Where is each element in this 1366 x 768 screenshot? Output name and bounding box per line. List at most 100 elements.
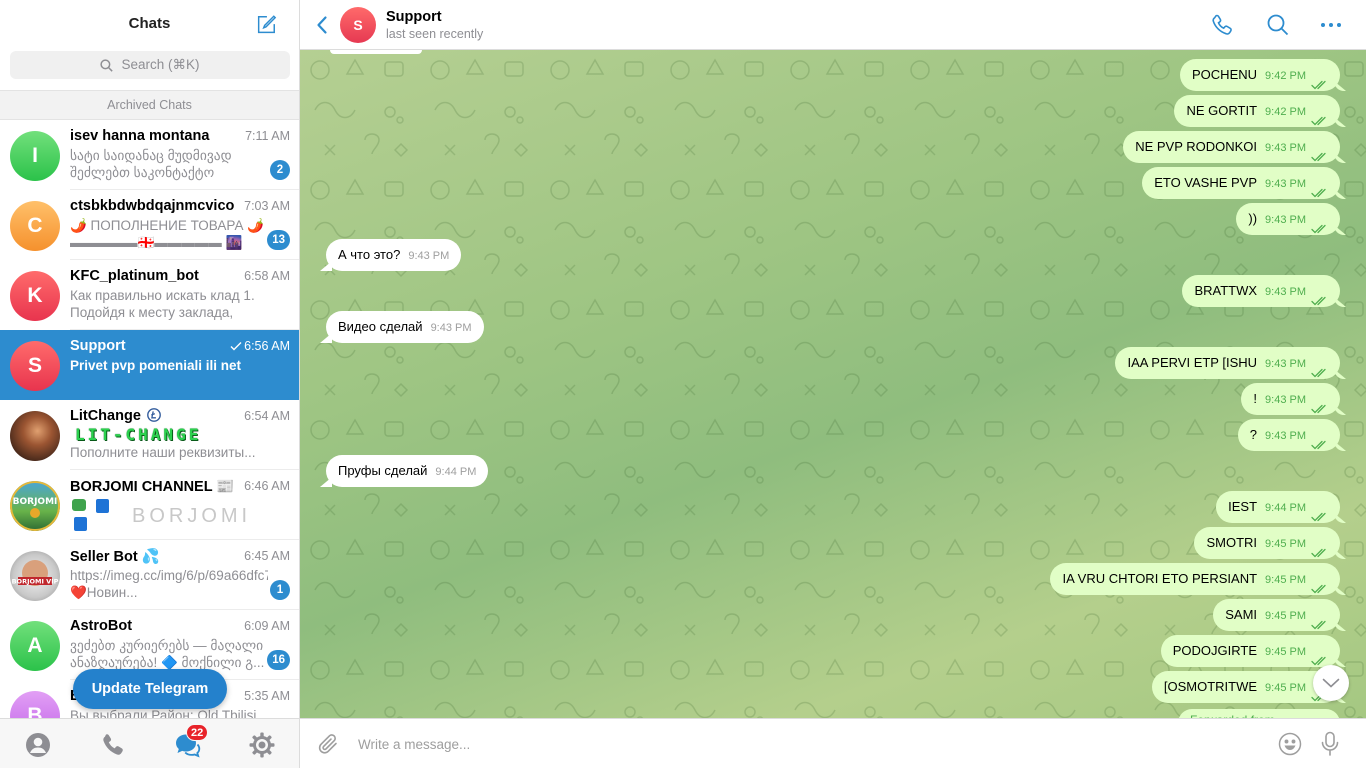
outgoing-message[interactable]: )) 9:43 PM: [1236, 203, 1340, 235]
chat-name: LitChange: [70, 408, 235, 424]
message-text: А что это?: [338, 247, 401, 262]
chat-name: Seller Bot 💦: [70, 549, 160, 565]
message-text: IAA PERVI ETP [ISHU: [1127, 355, 1258, 370]
chat-item[interactable]: C ctsbkbdwbdqajnmcvico 7:03 AM 🌶️ ПОПОЛН…: [0, 190, 299, 260]
message-text: SAMI: [1225, 607, 1258, 622]
outgoing-message[interactable]: NE PVP RODONKOI 9:43 PM: [1123, 131, 1340, 163]
outgoing-message[interactable]: SMOTRI 9:45 PM: [1194, 527, 1340, 559]
chat-time: 6:56 AM: [230, 339, 290, 353]
archived-chats[interactable]: Archived Chats: [0, 90, 299, 120]
chevron-down-icon: [1322, 678, 1340, 688]
outgoing-message[interactable]: SAMI 9:45 PM: [1213, 599, 1340, 631]
message-time: 9:43 PM: [1265, 214, 1306, 226]
chat-name: KFC_platinum_bot: [70, 268, 199, 284]
settings-gear-icon[interactable]: [248, 731, 276, 759]
partial-message-bubble: [330, 50, 422, 54]
search-icon[interactable]: [1266, 13, 1290, 37]
forwarded-message-header[interactable]: Forwarded from: [1178, 709, 1340, 718]
outgoing-message[interactable]: ! 9:43 PM: [1241, 383, 1340, 415]
emoji-icon[interactable]: [1278, 732, 1302, 756]
avatar: I: [10, 131, 60, 181]
conversation-title[interactable]: Support: [386, 9, 442, 25]
message-time: 9:43 PM: [1265, 178, 1306, 190]
call-icon[interactable]: [1210, 13, 1234, 37]
chat-item[interactable]: K KFC_platinum_bot 6:58 AM Как правильно…: [0, 260, 299, 330]
read-double-check-icon: [1311, 286, 1329, 318]
chat-preview: Пополните наши реквизиты...: [70, 445, 256, 460]
message-time: 9:42 PM: [1265, 106, 1306, 118]
message-text: !: [1253, 391, 1258, 406]
message-text: Видео сделай: [338, 319, 423, 334]
outgoing-message[interactable]: IEST 9:44 PM: [1216, 491, 1340, 523]
chat-name: AstroBot: [70, 618, 133, 634]
outgoing-message[interactable]: BRATTWX 9:43 PM: [1182, 275, 1340, 307]
outgoing-message[interactable]: [OSMOTRITWE 9:45 PM: [1151, 671, 1340, 703]
chat-time: 6:46 AM: [244, 479, 290, 493]
message-text: [OSMOTRITWE: [1163, 679, 1258, 694]
conversation-pane: S Support last seen recently POCHENU 9:4…: [300, 0, 1366, 768]
incoming-message[interactable]: А что это? 9:43 PM: [326, 239, 462, 271]
frog-icon: [72, 499, 86, 511]
sidebar-header: Chats: [0, 0, 299, 48]
outgoing-message[interactable]: POCHENU 9:42 PM: [1180, 59, 1340, 91]
read-double-check-icon: [1311, 214, 1329, 246]
compose-icon[interactable]: [255, 14, 277, 36]
chat-item[interactable]: I isev hanna montana 7:11 AM სატი საიდან…: [0, 120, 299, 190]
chat-preview-logo: BORJOMI: [132, 508, 252, 525]
update-telegram-button[interactable]: Update Telegram: [73, 669, 227, 709]
chat-item[interactable]: LitChange 6:54 AM LIT-CHANGE Пополните н…: [0, 400, 299, 470]
message-time: 9:43 PM: [1265, 430, 1306, 442]
outgoing-message[interactable]: NE GORTIT 9:42 PM: [1174, 95, 1340, 127]
message-text: Пруфы сделай: [338, 463, 428, 478]
avatar: K: [10, 271, 60, 321]
sticker-icons: [72, 499, 112, 533]
avatar-initial: K: [27, 284, 43, 307]
chat-name-text: LitChange: [70, 408, 141, 424]
message-area[interactable]: POCHENU 9:42 PM NE GORTIT 9:42 PM NE PVP ROD…: [300, 50, 1366, 718]
calls-icon[interactable]: [99, 731, 127, 759]
message-time: 9:44 PM: [1265, 502, 1306, 514]
message-time: 9:43 PM: [1265, 358, 1306, 370]
chat-time: 7:03 AM: [244, 199, 290, 213]
chat-preview: ვეძებთ კურიერებს — მაღალი ანაზღაურება! 🔷…: [70, 638, 265, 670]
message-time: 9:44 PM: [435, 466, 477, 478]
chat-item-support[interactable]: S Support 6:56 AM Privet pvp pomeniali i…: [0, 330, 299, 400]
incoming-message[interactable]: Пруфы сделай 9:44 PM: [326, 455, 489, 487]
search-input[interactable]: Search (⌘K): [10, 51, 290, 79]
message-text: BRATTWX: [1194, 283, 1258, 298]
microphone-icon[interactable]: [1320, 731, 1340, 757]
avatar[interactable]: S: [340, 7, 376, 43]
contacts-icon[interactable]: [24, 731, 52, 759]
outgoing-message[interactable]: ETO VASHE PVP 9:43 PM: [1142, 167, 1340, 199]
message-input[interactable]: [358, 729, 1258, 759]
incoming-message[interactable]: Видео сделай 9:43 PM: [326, 311, 484, 343]
chat-item[interactable]: BORJOMI VIP Seller Bot 💦 6:45 AM https:/…: [0, 540, 299, 610]
avatar: A: [10, 621, 60, 671]
unread-badge: 13: [267, 230, 290, 250]
message-text: NE GORTIT: [1186, 103, 1258, 118]
chat-preview: 🌶️ ПОПОЛНЕНИЕ ТОВАРА 🌶️ ▬▬▬▬▬🇬🇪▬▬▬▬▬ 🌆 г…: [70, 218, 265, 250]
message-text: ?: [1249, 427, 1258, 442]
blue-block-icon: [74, 517, 87, 531]
scroll-down-button[interactable]: [1313, 665, 1349, 701]
avatar-initial: A: [27, 634, 43, 657]
outgoing-message[interactable]: ? 9:43 PM: [1237, 419, 1340, 451]
paperclip-icon[interactable]: [318, 732, 340, 756]
chat-name: ctsbkbdwbdqajnmcvico: [70, 198, 235, 214]
chat-time: 6:45 AM: [244, 549, 290, 563]
chat-item[interactable]: BORJOMI BORJOMI CHANNEL 📰 6:46 AM BORJOM…: [0, 470, 299, 540]
bottom-tab-bar: 22: [0, 718, 299, 768]
message-text: IEST: [1228, 499, 1258, 514]
svg-text:BORJOMI: BORJOMI: [13, 497, 58, 507]
message-time: 9:45 PM: [1265, 538, 1306, 550]
outgoing-message[interactable]: IA VRU CHTORI ETO PERSIANT 9:45 PM: [1050, 563, 1340, 595]
message-text: NE PVP RODONKOI: [1135, 139, 1258, 154]
avatar-initial: S: [27, 354, 42, 377]
message-time: 9:45 PM: [1265, 682, 1306, 694]
outgoing-message[interactable]: IAA PERVI ETP [ISHU 9:43 PM: [1115, 347, 1340, 379]
chat-preview: სატი საიდანაც მუდმივად შეძლებთ საკონტაქტ…: [70, 148, 232, 180]
outgoing-message[interactable]: PODOJGIRTE 9:45 PM: [1160, 635, 1340, 667]
chat-sidebar: Chats Search (⌘K) Archived Chats I isev …: [0, 0, 300, 768]
more-icon[interactable]: [1319, 13, 1343, 37]
back-chevron-icon[interactable]: [316, 15, 328, 35]
